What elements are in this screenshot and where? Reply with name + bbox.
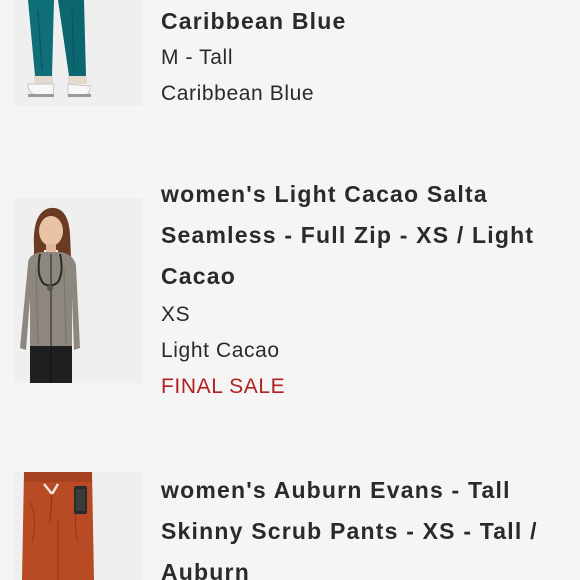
product-image[interactable] bbox=[14, 198, 142, 383]
item-info: women's Light Cacao Salta Seamless - Ful… bbox=[161, 174, 571, 405]
item-info: Caribbean Blue M - Tall Caribbean Blue bbox=[161, 2, 571, 112]
item-title-line-1: women's Light Cacao Salta bbox=[161, 181, 488, 207]
item-size: XS bbox=[161, 303, 191, 326]
product-image[interactable] bbox=[14, 472, 142, 580]
item-title: Caribbean Blue bbox=[161, 8, 347, 34]
item-title-line-2: Skinny Scrub Pants - XS - Tall / bbox=[161, 518, 538, 544]
auburn-pants-image bbox=[14, 472, 142, 580]
item-color: Caribbean Blue bbox=[161, 82, 315, 105]
product-image[interactable] bbox=[14, 0, 142, 106]
cacao-jacket-image bbox=[14, 198, 142, 383]
item-color: Light Cacao bbox=[161, 339, 280, 362]
item-size: M - Tall bbox=[161, 46, 234, 69]
item-title-line-2: Seamless - Full Zip - XS / Light bbox=[161, 222, 535, 248]
item-title-line-3: Cacao bbox=[161, 263, 237, 289]
list-item[interactable]: women's Light Cacao Salta Seamless - Ful… bbox=[0, 172, 580, 412]
teal-pants-image bbox=[14, 0, 142, 106]
item-title-line-1: women's Auburn Evans - Tall bbox=[161, 477, 511, 503]
item-info: women's Auburn Evans - Tall Skinny Scrub… bbox=[161, 470, 571, 580]
item-title-line-3: Auburn bbox=[161, 559, 250, 580]
final-sale-badge: FINAL SALE bbox=[161, 375, 286, 398]
list-item[interactable]: Caribbean Blue M - Tall Caribbean Blue bbox=[0, 0, 580, 130]
order-items-list: Caribbean Blue M - Tall Caribbean Blue w… bbox=[0, 0, 580, 580]
list-item[interactable]: women's Auburn Evans - Tall Skinny Scrub… bbox=[0, 468, 580, 580]
